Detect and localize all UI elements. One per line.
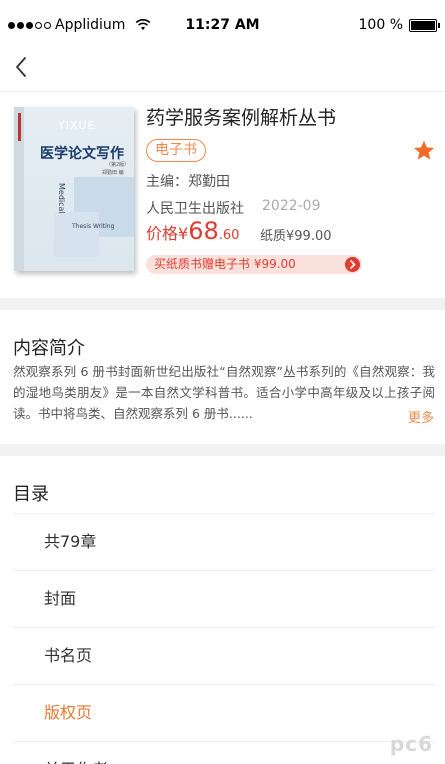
star-icon[interactable]	[412, 139, 436, 163]
toc-item[interactable]: 书名页	[13, 627, 435, 684]
format-tag: 电子书	[146, 139, 206, 162]
price-label: 价格¥	[146, 224, 189, 243]
section-divider	[0, 444, 445, 456]
more-link[interactable]: 更多	[406, 407, 435, 426]
battery-percentage: 100 %	[358, 17, 403, 33]
section-divider	[0, 298, 445, 310]
toc-item[interactable]: 共79章	[13, 513, 435, 570]
ebook-price: 价格¥68.60	[146, 217, 239, 245]
toc-list: 共79章 封面 书名页 版权页 关于作者	[13, 513, 435, 764]
cover-decoration	[54, 212, 99, 257]
toc-item[interactable]: 封面	[13, 570, 435, 627]
price-integer: 68	[188, 217, 219, 245]
cover-medical: Medical	[57, 183, 66, 214]
watermark-logo: pc6	[389, 732, 433, 756]
cover-mark	[18, 113, 21, 141]
cover-edition: （第2版）	[106, 162, 130, 168]
cover-latin: YIXUE	[58, 119, 96, 132]
intro-text: 然观察系列 6 册书封面新世纪出版社“自然观察”丛书系列的《自然观察：我的湿地鸟…	[13, 364, 435, 421]
book-title: 药学服务案例解析丛书	[146, 107, 337, 129]
book-pub-date: 2022-09	[262, 198, 321, 214]
price-decimal: .60	[218, 228, 240, 243]
arrow-right-icon	[345, 257, 360, 272]
status-right: 100 %	[358, 17, 440, 33]
battery-icon	[409, 18, 440, 32]
status-bar: Applidium 11:27 AM 100 %	[0, 0, 445, 38]
cover-title: 医学论文写作	[40, 146, 124, 162]
book-editor: 主编：郑勤田	[146, 174, 230, 190]
book-header: YIXUE 医学论文写作 （第2版） 郑勤田 编 Medical Thesis …	[0, 93, 445, 298]
book-publisher: 人民卫生出版社	[146, 201, 244, 217]
chevron-left-icon[interactable]	[10, 52, 34, 82]
promo-banner[interactable]: 买纸质书赠电子书 ¥99.00	[146, 255, 362, 274]
book-cover[interactable]: YIXUE 医学论文写作 （第2版） 郑勤田 编 Medical Thesis …	[14, 107, 134, 271]
intro-heading: 内容简介	[13, 338, 85, 359]
toc-item-active[interactable]: 版权页	[13, 684, 435, 741]
promo-text: 买纸质书赠电子书 ¥99.00	[154, 257, 296, 271]
cover-author: 郑勤田 编	[102, 170, 124, 176]
toc-heading: 目录	[13, 484, 49, 505]
toc-item[interactable]: 关于作者	[13, 741, 435, 764]
paper-price: 纸质¥99.00	[260, 229, 332, 244]
cover-thesis: Thesis Writing	[72, 223, 115, 230]
navigation-bar	[0, 44, 445, 92]
